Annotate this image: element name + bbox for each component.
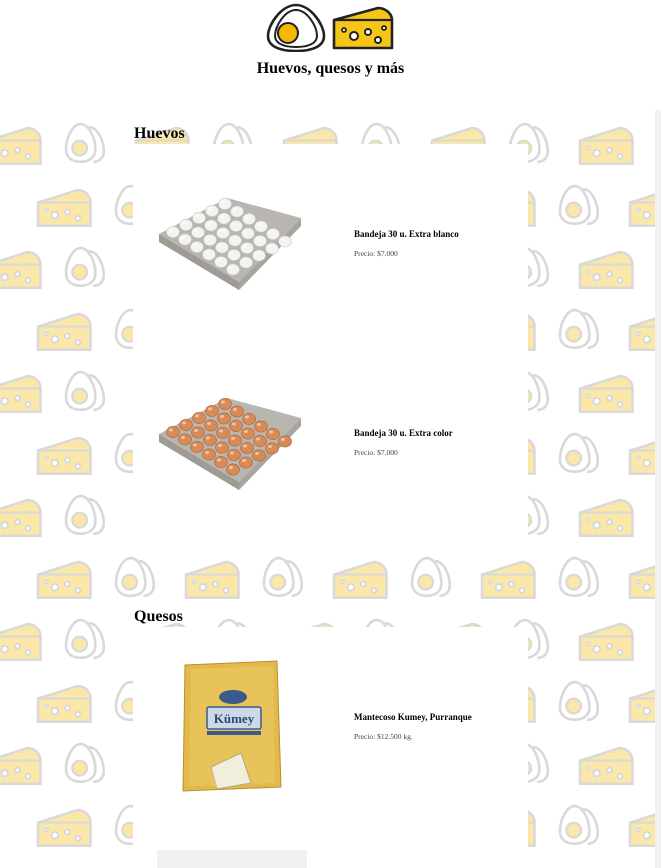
pattern-egg-icon (558, 432, 600, 474)
pattern-cheese-icon (578, 498, 634, 537)
egg-icon (266, 3, 326, 52)
pattern-cheese-icon (0, 374, 42, 413)
pattern-egg-icon (64, 494, 106, 536)
pattern-cheese-icon (628, 441, 655, 475)
cheese-icon (332, 6, 394, 50)
pattern-cheese-icon (578, 622, 634, 661)
pattern-cheese-icon (0, 498, 42, 537)
pattern-cheese-icon (628, 689, 655, 723)
pattern-cheese-icon (0, 126, 42, 165)
pattern-cheese-icon (0, 746, 42, 785)
product-name: Mantecoso Kumey, Purranque (354, 712, 472, 722)
pattern-cheese-icon (578, 126, 634, 165)
site-logo (266, 3, 394, 52)
product-price: Precio: $7.000 (354, 448, 398, 457)
pattern-egg-icon (64, 618, 106, 660)
pattern-egg-icon (262, 556, 304, 598)
pattern-cheese-icon (0, 622, 42, 661)
pattern-cheese-icon (628, 193, 655, 227)
products-panel-huevos: Bandeja 30 u. Extra blanco Precio: $7.00… (133, 144, 528, 542)
pattern-cheese-icon (578, 250, 634, 289)
product-image-placeholder (157, 850, 307, 868)
product-card[interactable]: Bandeja 30 u. Extra blanco Precio: $7.00… (133, 144, 528, 344)
section-title-huevos: Huevos (134, 125, 185, 142)
product-card[interactable]: Kümey Mantecoso Kumey, Purranque Precio:… (133, 627, 528, 827)
site-title: Huevos, quesos y más (256, 60, 405, 77)
pattern-cheese-icon (578, 746, 634, 785)
product-price: Precio: $7.000 (354, 249, 398, 258)
product-name: Bandeja 30 u. Extra color (354, 428, 453, 438)
pattern-egg-icon (114, 556, 156, 598)
product-card[interactable] (133, 827, 528, 868)
kumey-cheese-image: Kümey (155, 657, 305, 797)
pattern-cheese-icon (36, 560, 92, 599)
pattern-cheese-icon (578, 374, 634, 413)
pattern-egg-icon (410, 556, 452, 598)
pattern-cheese-icon (628, 317, 655, 351)
site-header: Huevos, quesos y más (0, 0, 661, 110)
pattern-egg-icon (558, 308, 600, 350)
pattern-egg-icon (558, 184, 600, 226)
scrollbar[interactable] (655, 0, 661, 868)
products-panel-quesos: Kümey Mantecoso Kumey, Purranque Precio:… (133, 627, 528, 868)
pattern-egg-icon (64, 122, 106, 164)
pattern-cheese-icon (628, 565, 655, 599)
cheese-brand-text: Kümey (214, 711, 255, 726)
pattern-egg-icon (64, 742, 106, 784)
pattern-egg-icon (558, 680, 600, 722)
pattern-cheese-icon (628, 813, 655, 847)
pattern-cheese-icon (36, 436, 92, 475)
white-eggs-tray-image (155, 174, 305, 314)
pattern-cheese-icon (36, 312, 92, 351)
pattern-cheese-icon (184, 560, 240, 599)
pattern-cheese-icon (36, 808, 92, 847)
pattern-egg-icon (64, 370, 106, 412)
section-title-quesos: Quesos (134, 608, 183, 625)
pattern-cheese-icon (480, 560, 536, 599)
pattern-egg-icon (64, 246, 106, 288)
product-name: Bandeja 30 u. Extra blanco (354, 229, 459, 239)
pattern-egg-icon (558, 556, 600, 598)
product-price: Precio: $12.500 kg. (354, 732, 413, 741)
product-card[interactable]: Bandeja 30 u. Extra color Precio: $7.000 (133, 344, 528, 544)
brown-eggs-tray-image (155, 374, 305, 514)
pattern-egg-icon (558, 804, 600, 846)
pattern-cheese-icon (36, 188, 92, 227)
pattern-cheese-icon (332, 560, 388, 599)
pattern-cheese-icon (0, 250, 42, 289)
pattern-cheese-icon (36, 684, 92, 723)
